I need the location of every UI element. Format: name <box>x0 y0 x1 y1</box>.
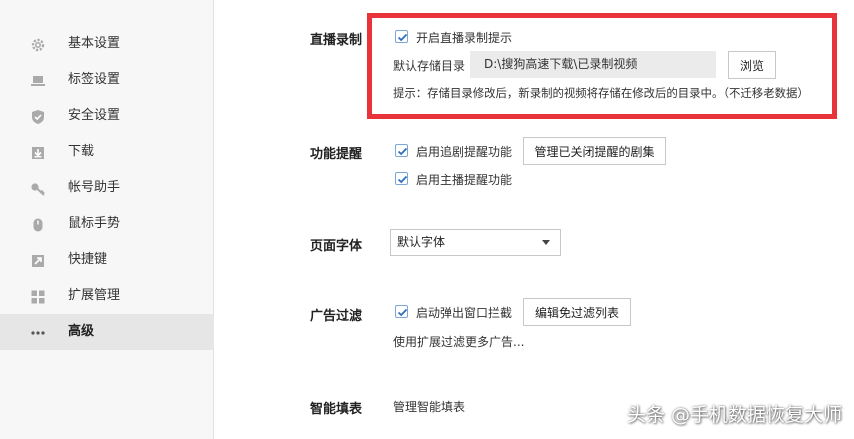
drama-reminder-checkbox[interactable] <box>395 144 408 157</box>
sidebar-item-label: 标签设置 <box>68 72 121 87</box>
sidebar-item-extension-management[interactable]: 扩展管理 <box>0 278 214 314</box>
sidebar-item-download[interactable]: 下载 <box>0 134 214 170</box>
sidebar-item-basic-settings[interactable]: 基本设置 <box>0 26 214 62</box>
section-title-feature-reminder: 功能提醒 <box>310 147 363 162</box>
section-title-live-recording: 直播录制 <box>310 33 363 48</box>
manage-closed-reminders-button[interactable]: 管理已关闭提醒的剧集 <box>523 137 666 165</box>
sidebar-item-advanced[interactable]: 高级 <box>0 314 214 350</box>
sidebar-item-tab-settings[interactable]: 标签设置 <box>0 62 214 98</box>
sidebar-item-security-settings[interactable]: 安全设置 <box>0 98 214 134</box>
section-title-page-font: 页面字体 <box>310 239 363 254</box>
sidebar-item-account-assistant[interactable]: 帐号助手 <box>0 170 214 206</box>
manage-smart-fill-link[interactable]: 管理智能填表 <box>393 398 465 415</box>
sidebar-item-label: 帐号助手 <box>68 180 121 195</box>
sidebar-item-label: 下载 <box>68 144 95 159</box>
popup-block-checkbox[interactable] <box>395 305 408 318</box>
sidebar-item-label: 扩展管理 <box>68 288 121 303</box>
streamer-reminder-label: 启用主播提醒功能 <box>416 173 513 187</box>
sidebar-item-shortcuts[interactable]: 快捷键 <box>0 242 214 278</box>
more-dots-icon <box>30 325 46 341</box>
mouse-icon <box>30 217 46 233</box>
download-icon <box>30 145 46 161</box>
watermark-text: 头条 @手机数据恢复大师 <box>626 404 842 426</box>
sidebar-item-label: 鼠标手势 <box>68 216 121 231</box>
gear-icon <box>30 37 46 53</box>
shield-check-icon <box>30 109 46 125</box>
edit-whitelist-button[interactable]: 编辑免过滤列表 <box>523 298 631 326</box>
page-font-selected-value: 默认字体 <box>397 235 446 249</box>
highlight-annotation-box <box>367 13 837 119</box>
arrow-up-right-icon <box>30 253 46 269</box>
popup-block-label: 启动弹出窗口拦截 <box>416 306 513 320</box>
key-icon <box>30 181 46 197</box>
sidebar-item-mouse-gestures[interactable]: 鼠标手势 <box>0 206 214 242</box>
extension-filter-link[interactable]: 使用扩展过滤更多广告... <box>393 333 524 350</box>
section-title-ad-filter: 广告过滤 <box>310 309 363 324</box>
section-title-smart-fill: 智能填表 <box>310 402 363 417</box>
sidebar-item-label: 高级 <box>68 324 95 339</box>
chevron-down-icon <box>542 240 550 245</box>
sidebar-item-label: 快捷键 <box>68 252 108 267</box>
settings-sidebar: 基本设置 标签设置 安全设置 下载 帐号助手 鼠标手势 快捷键 扩展管理 高级 <box>0 0 214 439</box>
grid-icon <box>30 289 46 305</box>
page-font-select[interactable]: 默认字体 <box>390 229 561 256</box>
drama-reminder-label: 启用追剧提醒功能 <box>416 145 513 159</box>
streamer-reminder-checkbox[interactable] <box>395 172 408 185</box>
sidebar-item-label: 基本设置 <box>68 36 121 51</box>
sidebar-item-label: 安全设置 <box>68 108 121 123</box>
laptop-icon <box>30 73 46 89</box>
